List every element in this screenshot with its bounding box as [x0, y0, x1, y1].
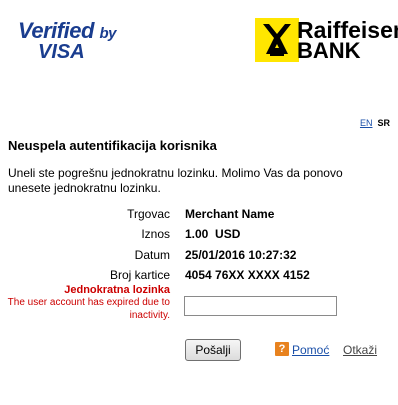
error-message: Uneli ste pogrešnu jednokratnu lozinku. … — [8, 166, 343, 195]
card-number-value: 4054 76XX XXXX 4152 — [185, 268, 310, 282]
date-value: 25/01/2016 10:27:32 — [185, 248, 297, 262]
otp-input[interactable] — [184, 296, 337, 316]
language-switcher: EN SR — [360, 118, 390, 128]
amount-label: Iznos — [141, 227, 170, 241]
cancel-link[interactable]: Otkaži — [343, 343, 377, 357]
merchant-value: Merchant Name — [185, 207, 275, 221]
merchant-label: Trgovac — [127, 207, 170, 221]
help-link[interactable]: Pomoć — [292, 343, 329, 357]
bank-name-line2: BANK — [297, 38, 361, 63]
visa-text: VISA — [38, 41, 85, 63]
page-title: Neuspela autentifikacija korisnika — [8, 138, 217, 153]
help-icon[interactable]: ? — [275, 342, 289, 356]
otp-error-text: The user account has expired due to inac… — [7, 297, 170, 321]
card-number-label: Broj kartice — [109, 268, 170, 282]
amount-value: 1.00 USD — [185, 227, 241, 241]
language-sr-current: SR — [377, 118, 390, 128]
verified-by-visa-logo: Verified by VISA — [18, 20, 118, 66]
send-button[interactable]: Pošalji — [185, 339, 241, 361]
date-label: Datum — [134, 248, 170, 262]
otp-label: Jednokratna lozinka — [64, 284, 170, 296]
language-en-link[interactable]: EN — [360, 118, 373, 128]
raiffeisen-logo-icon — [255, 18, 299, 62]
raiffeisen-bank-logo: Raiffeisen BANK — [255, 16, 398, 66]
